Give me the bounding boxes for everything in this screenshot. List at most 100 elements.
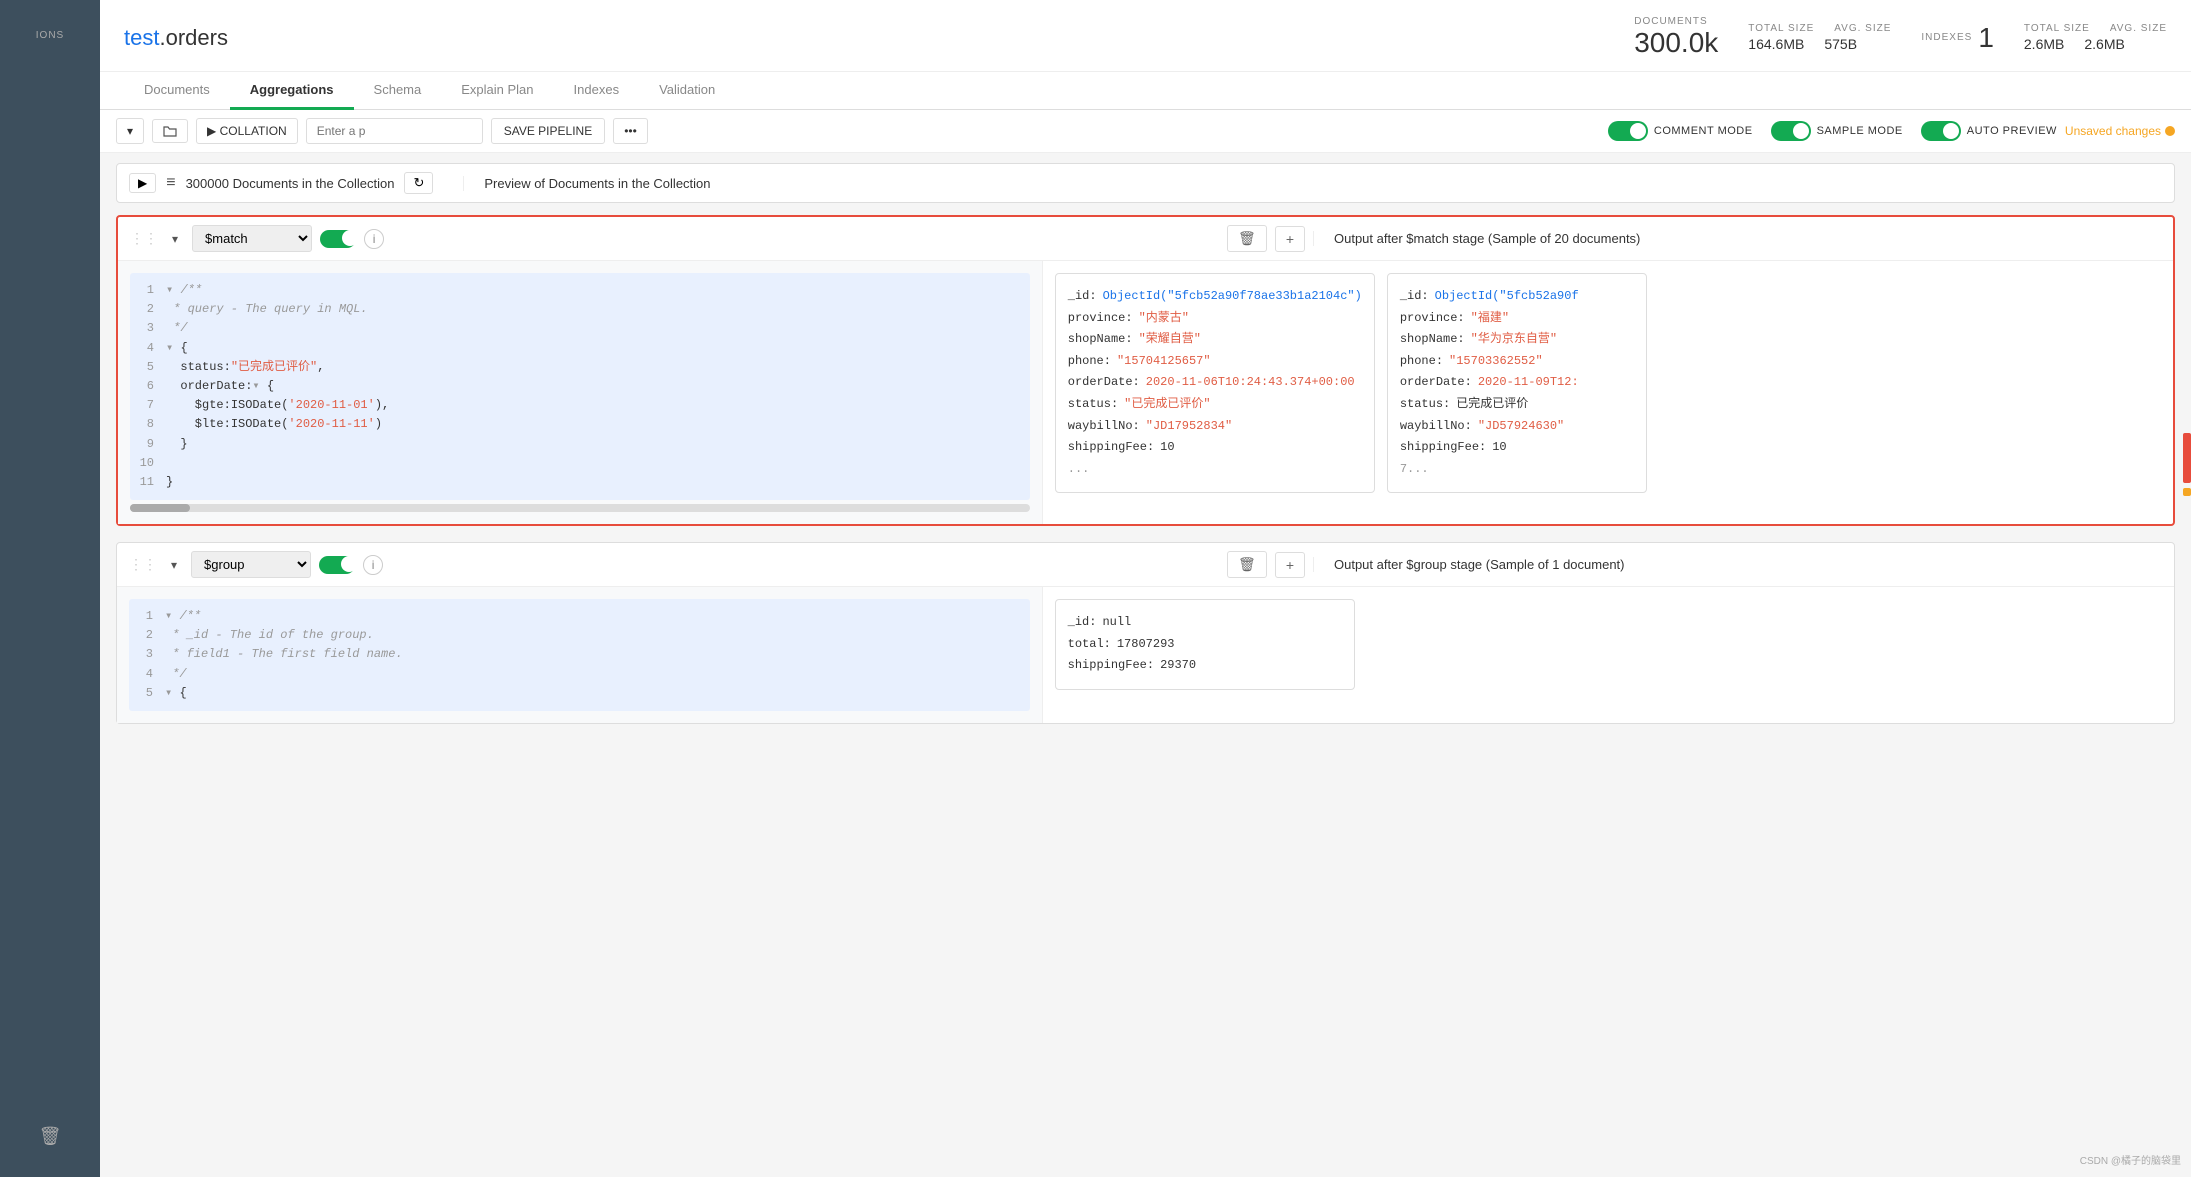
sidebar: IONS 🗑 <box>0 0 100 1177</box>
match-stage-select[interactable]: $match $group $project $sort $limit $ski… <box>192 225 312 252</box>
group-output-cards: _id: null total: 17807293 shippingFee: 2… <box>1055 599 2162 690</box>
group-add-button[interactable]: + <box>1275 552 1305 578</box>
match-info-button[interactable]: i <box>364 229 384 249</box>
match-doc-2: _id: ObjectId("5fcb52a90f province: "福建"… <box>1387 273 1647 493</box>
group-field-id: _id: null <box>1068 612 1342 634</box>
group-code-line-4: 4 */ <box>137 665 1022 684</box>
field-total-2: 7... <box>1400 459 1634 481</box>
code-scrollbar[interactable] <box>130 504 1030 512</box>
indexes-label: INDEXES <box>1921 32 1972 43</box>
match-delete-button[interactable]: 🗑 <box>1227 225 1267 252</box>
collection-stage: ▶ ≡ 300000 Documents in the Collection ↻… <box>116 163 2175 203</box>
group-stage-toggle[interactable] <box>319 556 355 574</box>
group-doc-1: _id: null total: 17807293 shippingFee: 2… <box>1055 599 1355 690</box>
auto-preview-group: AUTO PREVIEW <box>1921 121 2057 141</box>
pipeline-content: ▶ ≡ 300000 Documents in the Collection ↻… <box>100 153 2191 1177</box>
match-drag-handle[interactable]: ⋮⋮ <box>130 230 158 247</box>
group-stage-select[interactable]: $group $match $project $sort $limit <box>191 551 311 578</box>
group-collapse-button[interactable]: ▾ <box>165 556 183 574</box>
field-shippingfee-1: shippingFee: 10 <box>1068 437 1362 459</box>
group-code-editor[interactable]: 1 ▾ /** 2 * _id - The id of the group. 3… <box>129 599 1030 711</box>
field-status-1: status: "已完成已评价" <box>1068 394 1362 416</box>
match-doc-1: _id: ObjectId("5fcb52a90f78ae33b1a2104c"… <box>1055 273 1375 493</box>
code-line-4: 4 ▾ { <box>138 339 1022 358</box>
collection-expand-button[interactable]: ▶ <box>129 173 156 193</box>
group-code-line-3: 3 * field1 - The first field name. <box>137 645 1022 664</box>
code-line-8: 8 $lte:ISODate('2020-11-11') <box>138 415 1022 434</box>
tab-aggregations[interactable]: Aggregations <box>230 72 354 110</box>
match-code-editor[interactable]: 1 ▾ /** 2 * query - The query in MQL. 3 … <box>130 273 1030 500</box>
match-stage: ⋮⋮ ▾ $match $group $project $sort $limit… <box>116 215 2175 526</box>
group-output-pane: _id: null total: 17807293 shippingFee: 2… <box>1043 587 2174 723</box>
match-add-button[interactable]: + <box>1275 226 1305 252</box>
save-pipeline-button[interactable]: SAVE PIPELINE <box>491 118 605 144</box>
indexes-value: 1 <box>1978 22 1994 54</box>
watermark: CSDN @橘子的脑袋里 <box>2080 1152 2181 1167</box>
scroll-position-marker <box>2183 488 2191 496</box>
tab-documents[interactable]: Documents <box>124 72 230 110</box>
code-scrollbar-thumb[interactable] <box>130 504 190 512</box>
sample-mode-label: SAMPLE MODE <box>1817 125 1903 137</box>
collection-stage-label: 300000 Documents in the Collection <box>186 176 395 191</box>
collection-icon: ≡ <box>166 174 175 192</box>
pipeline-name-input[interactable] <box>306 118 483 144</box>
tab-schema[interactable]: Schema <box>354 72 442 110</box>
field-id-1: _id: ObjectId("5fcb52a90f78ae33b1a2104c"… <box>1068 286 1362 308</box>
auto-preview-toggle[interactable] <box>1921 121 1961 141</box>
group-drag-handle[interactable]: ⋮⋮ <box>129 556 157 573</box>
match-output-pane: _id: ObjectId("5fcb52a90f78ae33b1a2104c"… <box>1043 261 2173 524</box>
indexes-stat: INDEXES 1 <box>1921 22 1993 54</box>
folder-button[interactable] <box>152 119 188 143</box>
match-stage-toggle[interactable] <box>320 230 356 248</box>
group-delete-button[interactable]: 🗑 <box>1227 551 1267 578</box>
field-id-2: _id: ObjectId("5fcb52a90f <box>1400 286 1634 308</box>
code-line-11: 11 } <box>138 473 1022 492</box>
code-line-7: 7 $gte:ISODate('2020-11-01'), <box>138 396 1022 415</box>
collection-output-label: Preview of Documents in the Collection <box>484 176 710 191</box>
dropdown-button[interactable]: ▾ <box>116 118 144 144</box>
db-name: test <box>124 25 159 51</box>
indexes-size-stats: TOTAL SIZE AVG. SIZE 2.6MB 2.6MB <box>2024 23 2167 52</box>
total-size-value: 164.6MB <box>1748 36 1804 52</box>
sidebar-trash-icon[interactable]: 🗑 <box>39 1126 62 1147</box>
collation-button[interactable]: ▶ COLLATION <box>196 118 298 144</box>
tab-validation[interactable]: Validation <box>639 72 735 110</box>
group-code-line-1: 1 ▾ /** <box>137 607 1022 626</box>
scroll-indicator[interactable] <box>2183 433 2191 483</box>
match-output-label: Output after $match stage (Sample of 20 … <box>1334 231 1640 246</box>
field-phone-2: phone: "15703362552" <box>1400 351 1634 373</box>
match-output-cards: _id: ObjectId("5fcb52a90f78ae33b1a2104c"… <box>1055 273 2161 493</box>
tabs: Documents Aggregations Schema Explain Pl… <box>100 72 2191 110</box>
group-output-label: Output after $group stage (Sample of 1 d… <box>1334 557 1625 572</box>
collection-refresh-button[interactable]: ↻ <box>404 172 433 194</box>
code-line-6: 6 orderDate:▾ { <box>138 377 1022 396</box>
size-stats: TOTAL SIZE AVG. SIZE 164.6MB 575B <box>1748 23 1891 52</box>
collection-name: orders <box>166 25 228 51</box>
toolbar: ▾ ▶ COLLATION SAVE PIPELINE ••• <box>100 110 2191 153</box>
total-size-label: TOTAL SIZE <box>1748 23 1814 34</box>
comment-mode-group: COMMENT MODE <box>1608 121 1753 141</box>
code-line-1: 1 ▾ /** <box>138 281 1022 300</box>
tab-explain-plan[interactable]: Explain Plan <box>441 72 553 110</box>
more-options-button[interactable]: ••• <box>613 118 648 144</box>
code-line-2: 2 * query - The query in MQL. <box>138 300 1022 319</box>
field-total-1: ... <box>1068 459 1362 481</box>
group-info-button[interactable]: i <box>363 555 383 575</box>
field-phone-1: phone: "15704125657" <box>1068 351 1362 373</box>
documents-stat: DOCUMENTS 300.0k <box>1634 16 1718 59</box>
tab-indexes[interactable]: Indexes <box>554 72 640 110</box>
group-stage: ⋮⋮ ▾ $group $match $project $sort $limit… <box>116 542 2175 724</box>
field-province-1: province: "内蒙古" <box>1068 308 1362 330</box>
unsaved-label: Unsaved changes <box>2065 124 2161 138</box>
code-line-9: 9 } <box>138 435 1022 454</box>
match-code-pane: 1 ▾ /** 2 * query - The query in MQL. 3 … <box>118 261 1043 524</box>
field-province-2: province: "福建" <box>1400 308 1634 330</box>
documents-value: 300.0k <box>1634 27 1718 59</box>
match-collapse-button[interactable]: ▾ <box>166 230 184 248</box>
unsaved-dot <box>2165 126 2175 136</box>
comment-mode-toggle[interactable] <box>1608 121 1648 141</box>
field-waybillno-1: waybillNo: "JD17952834" <box>1068 416 1362 438</box>
auto-preview-label: AUTO PREVIEW <box>1967 125 2057 137</box>
code-line-10: 10 <box>138 454 1022 473</box>
sample-mode-toggle[interactable] <box>1771 121 1811 141</box>
